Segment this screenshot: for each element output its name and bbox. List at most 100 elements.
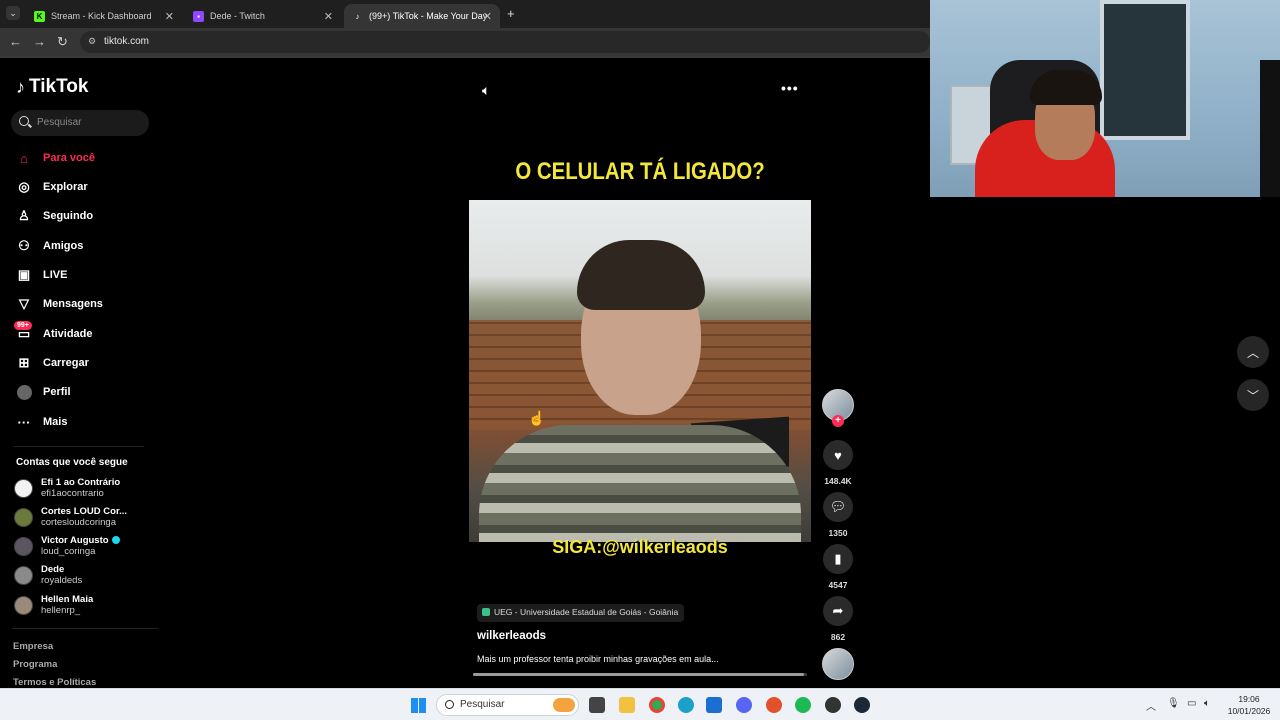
more-options-icon[interactable]: ••• (781, 80, 799, 96)
location-icon (482, 608, 490, 616)
sidebar-item-mensagens[interactable]: ▽ Mensagens (16, 294, 103, 314)
avatar (14, 507, 33, 527)
sidebar-item-label: Amigos (43, 240, 84, 252)
video-author[interactable]: wilkerleaods (477, 630, 546, 642)
webcam-window (1100, 0, 1190, 140)
tab-title: Stream - Kick Dashboard (51, 11, 152, 21)
task-view-icon[interactable] (589, 697, 605, 713)
forward-icon[interactable]: → (33, 34, 46, 49)
sidebar-item-carregar[interactable]: ⊞ Carregar (16, 353, 89, 373)
chevron-up-icon: ︿ (1246, 345, 1259, 360)
back-icon[interactable]: ← (9, 34, 22, 49)
tiktok-logo[interactable]: ♪ TikTok (16, 76, 88, 98)
divider (14, 446, 144, 447)
video-progress-bar[interactable] (473, 673, 807, 676)
avatar (14, 536, 33, 556)
microphone-icon[interactable]: 🎙︎ (1167, 698, 1180, 709)
spotify-icon[interactable] (795, 697, 811, 713)
account-name: Hellen Maia (41, 594, 94, 605)
share-count: 862 (830, 632, 846, 642)
following-account[interactable]: Victor Augusto loud_coringa (14, 534, 120, 558)
account-handle: efi1aocontrario (41, 488, 104, 499)
edge-icon[interactable] (678, 697, 694, 713)
site-info-icon[interactable]: ⚙ (88, 36, 96, 47)
share-button[interactable]: ➦ (823, 596, 853, 626)
taskbar-search-placeholder: Pesquisar (460, 699, 505, 710)
system-clock[interactable]: 19:06 10/01/2026 (1224, 693, 1274, 717)
outlook-icon[interactable] (706, 697, 722, 713)
location-tag[interactable]: UEG - Universidade Estadual de Goiás - G… (477, 604, 685, 622)
save-button[interactable]: ▮ (823, 544, 853, 574)
like-button[interactable]: ♥ (823, 440, 853, 470)
close-icon[interactable]: ✕ (483, 10, 492, 23)
progress-fill (473, 673, 804, 676)
notification-badge: 99+ (14, 321, 32, 330)
webcam-monitor (1260, 60, 1280, 197)
clock-date: 10/01/2026 (1227, 706, 1271, 716)
sound-avatar[interactable] (822, 648, 854, 680)
save-count: 4547 (828, 580, 848, 590)
kick-icon: K (34, 10, 45, 22)
tab-title: Dede - Twitch (210, 11, 265, 21)
following-account[interactable]: Dede royaldeds (14, 563, 82, 587)
tray-chevron-icon[interactable]: ︿ (1146, 698, 1156, 713)
footer-link-termos[interactable]: Termos e Políticas (13, 677, 96, 688)
following-account[interactable]: Efi 1 ao Contrário efi1aocontrario (14, 476, 120, 500)
footer-link-programa[interactable]: Programa (13, 659, 57, 670)
url-text: tiktok.com (104, 36, 150, 47)
browser-tab-bar: ⌄ K Stream - Kick Dashboard ✕ ▪ Dede - T… (0, 0, 930, 28)
following-account[interactable]: Hellen Maia hellenrp_ (14, 593, 93, 617)
tab-dede-twitch[interactable]: ▪ Dede - Twitch ✕ (185, 4, 341, 28)
comment-button[interactable]: 💬︎ (823, 492, 853, 522)
avatar (14, 478, 33, 498)
volume-icon[interactable]: 🔈︎ (1204, 698, 1210, 709)
follow-plus-icon[interactable]: + (832, 415, 844, 427)
following-account[interactable]: Cortes LOUD Cor... cortesloudcoringa (14, 505, 127, 529)
close-icon[interactable]: ✕ (324, 10, 333, 23)
discord-icon[interactable] (736, 697, 752, 713)
video-description: Mais um professor tenta proibir minhas g… (477, 654, 719, 664)
search-input[interactable]: Pesquisar (11, 110, 149, 136)
reload-icon[interactable]: ↻ (57, 34, 68, 50)
obs-icon[interactable] (825, 697, 841, 713)
brave-icon[interactable] (766, 697, 782, 713)
sidebar-item-seguindo[interactable]: ♙ Seguindo (16, 206, 93, 226)
sidebar-item-label: Mais (43, 416, 68, 428)
webcam-overlay (930, 0, 1280, 197)
taskbar-search-input[interactable]: Pesquisar (436, 694, 579, 716)
sidebar-item-amigos[interactable]: ⚇ Amigos (16, 236, 83, 256)
webcam-hair (1030, 70, 1102, 105)
compass-icon: ◎ (18, 179, 30, 194)
steam-icon[interactable] (854, 697, 870, 713)
display-icon[interactable]: ▭ (1187, 698, 1196, 709)
previous-video-button[interactable]: ︿ (1237, 336, 1269, 368)
tiktok-icon: ♪ (355, 11, 360, 21)
browser-toolbar: ← → ↻ ⚙ tiktok.com (0, 28, 930, 56)
account-name: Victor Augusto (41, 535, 120, 546)
sidebar-item-perfil[interactable]: Perfil (16, 382, 71, 402)
video-frame[interactable] (469, 200, 811, 542)
tab-title: (99+) TikTok - Make Your Day (369, 11, 488, 21)
more-icon: ··· (17, 414, 31, 430)
live-icon: ▣ (17, 267, 31, 282)
address-bar[interactable]: ⚙ tiktok.com (80, 31, 930, 53)
activity-icon: ▭ 99+ (14, 321, 32, 342)
close-icon[interactable]: ✕ (165, 10, 174, 23)
comment-icon: 💬︎ (829, 499, 847, 514)
sidebar-item-explorar[interactable]: ◎ Explorar (16, 177, 87, 197)
sidebar-item-para-voce[interactable]: ⌂ Para você (16, 148, 95, 168)
tab-list-dropdown-icon[interactable]: ⌄ (6, 6, 20, 20)
chrome-icon[interactable] (649, 697, 665, 713)
footer-link-empresa[interactable]: Empresa (13, 641, 53, 652)
sidebar-item-live[interactable]: ▣ LIVE (16, 265, 68, 285)
tab-kick-dashboard[interactable]: K Stream - Kick Dashboard ✕ (26, 4, 182, 28)
file-explorer-icon[interactable] (619, 697, 635, 713)
next-video-button[interactable]: ﹀ (1237, 379, 1269, 411)
sidebar-item-atividade[interactable]: ▭ 99+ Atividade (14, 321, 93, 344)
volume-icon[interactable]: 🔈︎ (482, 82, 490, 99)
tab-tiktok[interactable]: ♪ (99+) TikTok - Make Your Day ✕ (344, 4, 500, 28)
new-tab-icon[interactable]: + (507, 6, 515, 21)
sidebar-item-mais[interactable]: ··· Mais (16, 412, 68, 432)
windows-start-icon[interactable] (411, 698, 426, 713)
sidebar-item-label: Perfil (43, 386, 71, 398)
